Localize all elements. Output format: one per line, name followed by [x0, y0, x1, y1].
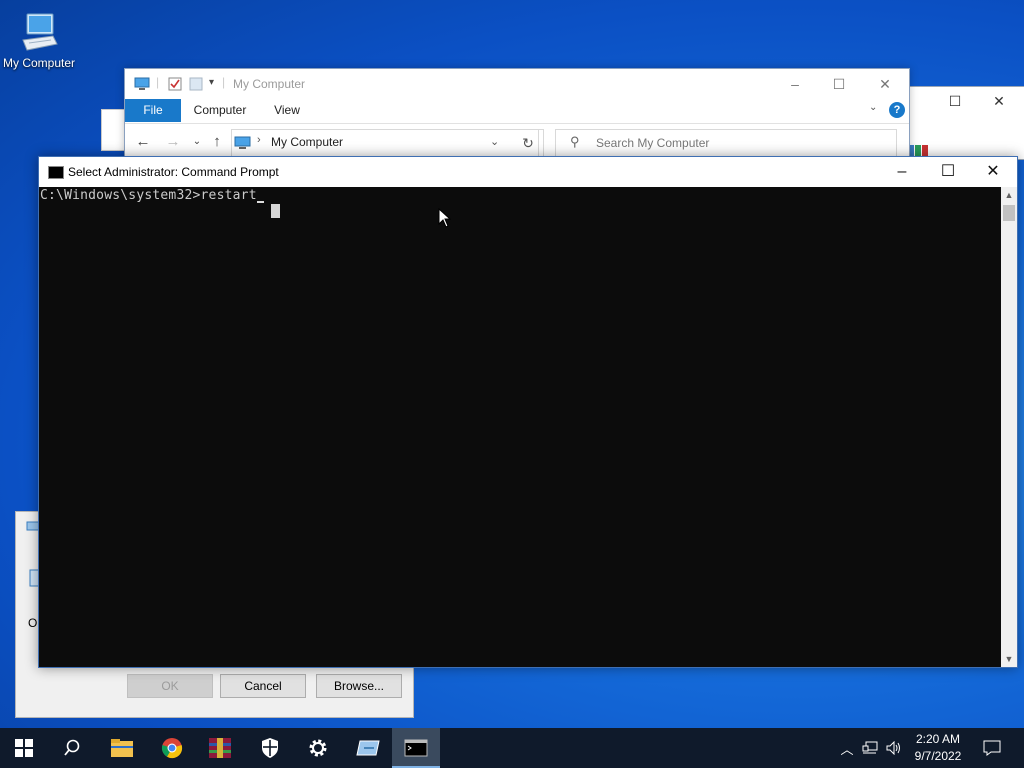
cmd-titlebar[interactable]: Select Administrator: Command Prompt – ☐… — [39, 157, 1017, 187]
taskbar-winrar[interactable] — [196, 728, 244, 768]
address-bar[interactable]: › My Computer ⌄ — [231, 129, 539, 157]
block-caret — [271, 204, 280, 218]
minimize-icon[interactable]: – — [773, 73, 817, 95]
tab-view[interactable]: View — [265, 99, 309, 122]
taskbar-chrome[interactable] — [148, 728, 196, 768]
tab-file[interactable]: File — [125, 99, 181, 122]
action-center-button[interactable] — [980, 728, 1004, 768]
separator: | — [222, 75, 226, 89]
customize-quick-access-icon[interactable]: ▾ — [209, 77, 214, 88]
forward-icon[interactable]: → — [163, 132, 183, 152]
search-icon — [64, 739, 80, 756]
scroll-down-icon[interactable]: ▼ — [1001, 651, 1017, 667]
scroll-up-icon[interactable]: ▲ — [1001, 187, 1017, 203]
new-folder-icon[interactable] — [189, 76, 203, 92]
search-button[interactable] — [48, 728, 96, 768]
properties-icon[interactable] — [167, 76, 183, 92]
recent-locations-icon[interactable]: ⌄ — [187, 132, 207, 152]
cmd-title: Select Administrator: Command Prompt — [68, 165, 279, 179]
chevron-up-icon: ︿ — [840, 741, 854, 757]
refresh-icon[interactable]: ↻ — [513, 129, 544, 157]
close-icon[interactable]: ✕ — [981, 93, 1017, 113]
separator: | — [156, 75, 160, 89]
speaker-icon — [886, 741, 900, 755]
taskbar: ︿ 2:20 AM 9/7/2022 — [0, 728, 1024, 768]
clock[interactable]: 2:20 AM 9/7/2022 — [906, 731, 970, 765]
explorer-title: My Computer — [233, 77, 306, 91]
close-icon[interactable]: ✕ — [863, 73, 907, 95]
cancel-button[interactable]: Cancel — [220, 674, 306, 698]
windows-logo-icon — [15, 739, 33, 757]
notification-icon — [983, 740, 1001, 756]
expand-ribbon-icon[interactable]: ⌄ — [869, 102, 877, 113]
close-icon[interactable]: ✕ — [970, 159, 1016, 185]
taskbar-file-explorer[interactable] — [98, 728, 146, 768]
ribbon-tabs: File Computer View ⌄ ? — [125, 99, 909, 124]
computer-icon — [22, 13, 58, 51]
desktop-icon-label: My Computer — [2, 56, 76, 70]
breadcrumb-chevron-icon[interactable]: › — [257, 134, 261, 146]
vertical-scrollbar[interactable]: ▲ ▼ — [1001, 187, 1017, 667]
cmd-app-icon — [48, 166, 64, 179]
taskbar-command-prompt[interactable] — [392, 728, 440, 768]
network-icon-glyph — [862, 741, 878, 754]
cmd-icon — [404, 739, 428, 757]
show-hidden-icons[interactable]: ︿ — [838, 728, 856, 768]
network-icon[interactable] — [860, 728, 880, 768]
explorer-titlebar[interactable]: | ▾ | My Computer – ☐ ✕ — [125, 69, 909, 99]
command-line: C:\Windows\system32>restart — [40, 188, 257, 203]
volume-icon[interactable] — [884, 728, 904, 768]
maximize-icon[interactable]: ☐ — [937, 93, 973, 113]
maximize-icon[interactable]: ☐ — [817, 73, 861, 95]
address-path: My Computer — [271, 135, 344, 149]
search-box[interactable]: ⚲ Search My Computer — [555, 129, 897, 157]
taskbar-run-dialog[interactable] — [344, 728, 392, 768]
gear-icon — [309, 739, 327, 757]
folder-icon — [111, 739, 133, 757]
taskbar-windows-security[interactable] — [246, 728, 294, 768]
up-icon[interactable]: ↑ — [207, 132, 227, 152]
tab-computer[interactable]: Computer — [187, 99, 253, 122]
maximize-icon[interactable]: ☐ — [925, 159, 971, 185]
chrome-icon — [161, 738, 183, 759]
dialog-text-fragment: O — [28, 616, 38, 630]
clock-time: 2:20 AM — [915, 732, 961, 746]
taskbar-settings[interactable] — [294, 728, 342, 768]
scroll-thumb[interactable] — [1003, 205, 1015, 221]
shield-icon — [262, 738, 278, 758]
start-button[interactable] — [0, 728, 48, 768]
command-prompt-window[interactable]: Select Administrator: Command Prompt – ☐… — [38, 156, 1018, 668]
search-placeholder: Search My Computer — [596, 136, 710, 150]
mouse-pointer-icon — [438, 208, 452, 228]
computer-icon — [234, 136, 251, 149]
browse-button[interactable]: Browse... — [316, 674, 402, 698]
clock-date: 9/7/2022 — [914, 749, 962, 763]
file-explorer-window[interactable]: | ▾ | My Computer – ☐ ✕ File Computer Vi… — [124, 68, 910, 170]
text-cursor — [257, 201, 264, 203]
back-icon[interactable]: ← — [133, 132, 153, 152]
console-output[interactable]: C:\Windows\system32>restart — [39, 187, 1001, 667]
ok-button[interactable]: OK — [127, 674, 213, 698]
winrar-icon — [209, 738, 231, 758]
desktop-icon-my-computer[interactable]: My Computer — [0, 8, 78, 70]
help-icon[interactable]: ? — [889, 102, 905, 118]
computer-icon — [134, 77, 150, 90]
address-dropdown-icon[interactable]: ⌄ — [490, 135, 499, 148]
search-icon: ⚲ — [570, 134, 580, 149]
minimize-icon[interactable]: – — [879, 159, 925, 185]
navigation-bar: ← → ⌄ ↑ › My Computer ⌄ ↻ ⚲ Search My Co… — [125, 124, 909, 160]
run-icon — [356, 740, 380, 756]
